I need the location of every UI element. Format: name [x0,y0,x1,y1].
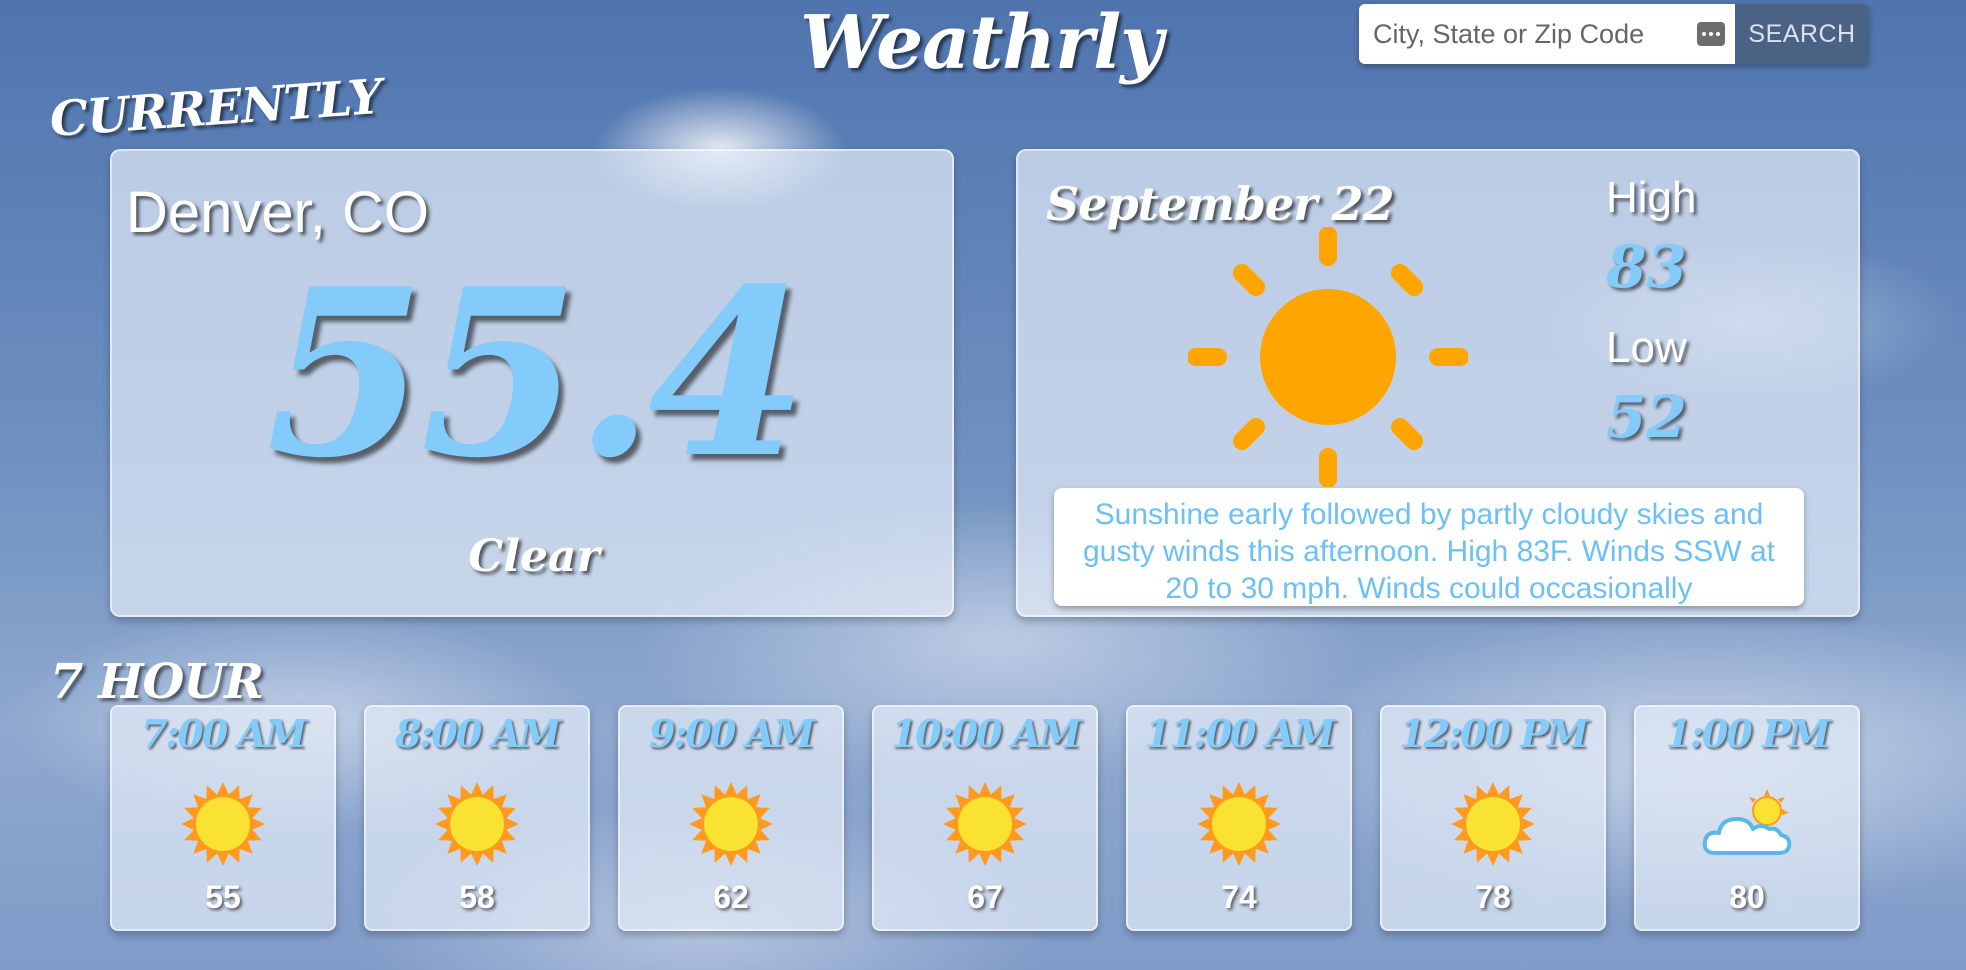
autofill-dots-icon[interactable] [1697,22,1725,46]
hour-time: 7:00 AM [140,711,307,756]
hour-card: 11:00 AM 74 [1126,705,1352,931]
sun-icon [1188,227,1468,487]
low-temperature: 52 [1606,383,1687,451]
forecast-date: September 22 [1046,177,1395,231]
currently-heading: CURRENTLY [48,68,384,148]
hour-time: 11:00 AM [1144,711,1336,756]
app-logo: Weathrly [800,0,1163,86]
hour-temp: 67 [967,879,1003,915]
city-name: Denver, CO [126,180,429,245]
hour-card: 10:00 AM 67 [872,705,1098,931]
hour-time: 10:00 AM [890,711,1082,756]
sunny-icon [435,782,519,866]
hour-temp: 80 [1729,879,1765,915]
hour-temp: 74 [1221,879,1257,915]
hour-temp: 62 [713,879,749,915]
hour-temp: 58 [459,879,495,915]
sunny-icon [1451,782,1535,866]
high-label: High [1606,173,1697,222]
search-bar: SEARCH [1359,4,1869,64]
daily-forecast-panel: September 22 High 83 Low 52 Sunshine ear… [1016,149,1860,617]
hour-time: 1:00 PM [1665,711,1830,756]
sunny-icon [689,782,773,866]
hour-temp: 55 [205,879,241,915]
low-label: Low [1606,323,1687,372]
hour-card: 7:00 AM 55 [110,705,336,931]
hour-time: 8:00 AM [394,711,561,756]
sunny-icon [181,782,265,866]
hour-time: 12:00 PM [1399,711,1589,756]
search-button[interactable]: SEARCH [1735,4,1869,64]
hour-card: 9:00 AM 62 [618,705,844,931]
current-temperature: 55.4 [265,239,808,509]
hour-card: 1:00 PM 80 [1634,705,1860,931]
high-temperature: 83 [1606,233,1687,301]
seven-hour-heading: 7 HOUR [50,654,264,710]
current-condition: Clear [468,531,600,582]
sunny-icon [943,782,1027,866]
sunny-icon [1197,782,1281,866]
hour-temp: 78 [1475,879,1511,915]
forecast-summary: Sunshine early followed by partly cloudy… [1054,488,1804,606]
hour-card: 12:00 PM 78 [1380,705,1606,931]
partly-cloudy-icon [1702,789,1792,855]
hour-card: 8:00 AM 58 [364,705,590,931]
hour-time: 9:00 AM [648,711,815,756]
current-conditions-panel: Denver, CO 55.4 Clear [110,149,954,617]
hourly-forecast-list: 7:00 AM 55 8:00 AM 58 9:00 AM 62 10:00 A… [110,705,1860,931]
search-input[interactable] [1359,4,1735,64]
